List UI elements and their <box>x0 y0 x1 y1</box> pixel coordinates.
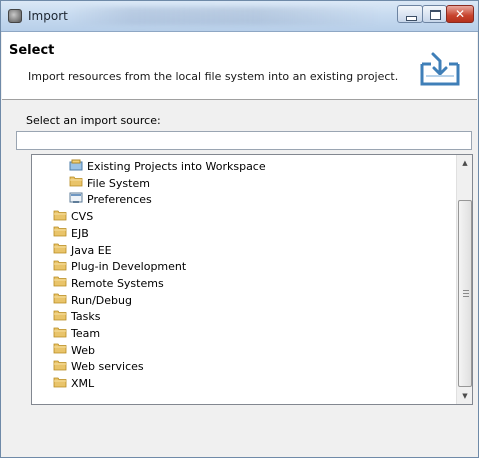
tree-item-file-system[interactable]: File System <box>69 175 150 192</box>
preferences-icon <box>69 192 83 209</box>
tree-item-xml[interactable]: XML <box>53 375 94 392</box>
folder-icon <box>53 326 67 343</box>
tree-item-label: XML <box>71 377 95 391</box>
tree-item-tasks[interactable]: Tasks <box>53 308 100 325</box>
tree-item-java-ee[interactable]: Java EE <box>53 242 112 259</box>
maximize-button[interactable] <box>422 5 447 23</box>
tree-item-remote-systems[interactable]: Remote Systems <box>53 275 164 292</box>
tree-item-label: EJB <box>71 226 89 240</box>
tree-item-run-debug[interactable]: Run/Debug <box>53 292 132 309</box>
tree-item-label: Java EE <box>71 243 112 257</box>
folder-icon <box>53 292 67 309</box>
import-dialog: Import ✕ Select Import resources from th… <box>0 0 479 458</box>
tree-item-preferences[interactable]: Preferences <box>69 191 152 208</box>
scroll-grip-icon <box>463 290 469 297</box>
tree-item-label: Remote Systems <box>71 276 164 290</box>
folder-icon <box>53 376 67 393</box>
tree-item-label: Web services <box>71 360 144 374</box>
tree-item-cvs[interactable]: CVS <box>53 208 93 225</box>
folder-icon <box>53 342 67 359</box>
tree-item-web-services[interactable]: Web services <box>53 358 144 375</box>
tree-item-team[interactable]: Team <box>53 325 100 342</box>
tree-item-label: Team <box>71 327 101 340</box>
tree-item-label: CVS <box>71 210 94 224</box>
projects-icon <box>69 159 83 176</box>
tree-item-ejb[interactable]: EJB <box>53 225 89 242</box>
import-source-tree[interactable]: Existing Projects into Workspace File Sys… <box>31 154 473 405</box>
tree-item-web[interactable]: Web <box>53 342 95 359</box>
close-icon: ✕ <box>454 7 466 21</box>
import-wizard-icon <box>420 52 460 86</box>
title-bar[interactable]: Import ✕ <box>1 1 478 32</box>
tree-item-label: Web <box>71 343 95 357</box>
page-title: Select <box>9 43 55 58</box>
tree-item-label: Existing Projects into Workspace <box>87 160 266 173</box>
tree-item-plug-in-development[interactable]: Plug-in Development <box>53 258 186 275</box>
tree-item-label: File System <box>87 176 150 190</box>
tree-item-label: Plug-in Development <box>71 260 187 274</box>
window-title: Import <box>28 9 68 23</box>
import-source-label: Select an import source: <box>26 114 161 127</box>
tree-item-label: Tasks <box>71 310 101 324</box>
folder-icon <box>53 359 67 376</box>
minimize-icon <box>406 16 417 21</box>
maximize-icon <box>430 10 441 20</box>
minimize-button[interactable] <box>397 5 423 23</box>
folder-icon <box>53 275 67 292</box>
folder-icon <box>69 175 83 192</box>
title-bar-glass <box>71 7 381 25</box>
filter-input[interactable] <box>16 131 472 150</box>
scroll-down-button[interactable]: ▼ <box>457 388 472 404</box>
eclipse-icon <box>8 9 22 23</box>
tree-item-existing-projects-into-workspace[interactable]: Existing Projects into Workspace <box>69 158 266 175</box>
tree-item-label: Preferences <box>87 193 152 207</box>
folder-icon <box>53 259 67 276</box>
folder-icon <box>53 309 67 326</box>
tree-item-label: Run/Debug <box>71 293 132 307</box>
wizard-banner: Select Import resources from the local f… <box>2 32 477 100</box>
folder-icon <box>53 242 67 259</box>
scroll-thumb[interactable] <box>458 200 472 387</box>
folder-icon <box>53 225 67 242</box>
folder-icon <box>53 209 67 226</box>
page-description: Import resources from the local file sys… <box>28 70 399 83</box>
close-button[interactable]: ✕ <box>446 5 474 23</box>
scroll-up-button[interactable]: ▲ <box>457 155 472 171</box>
vertical-scrollbar[interactable]: ▲ ▼ <box>456 155 472 404</box>
